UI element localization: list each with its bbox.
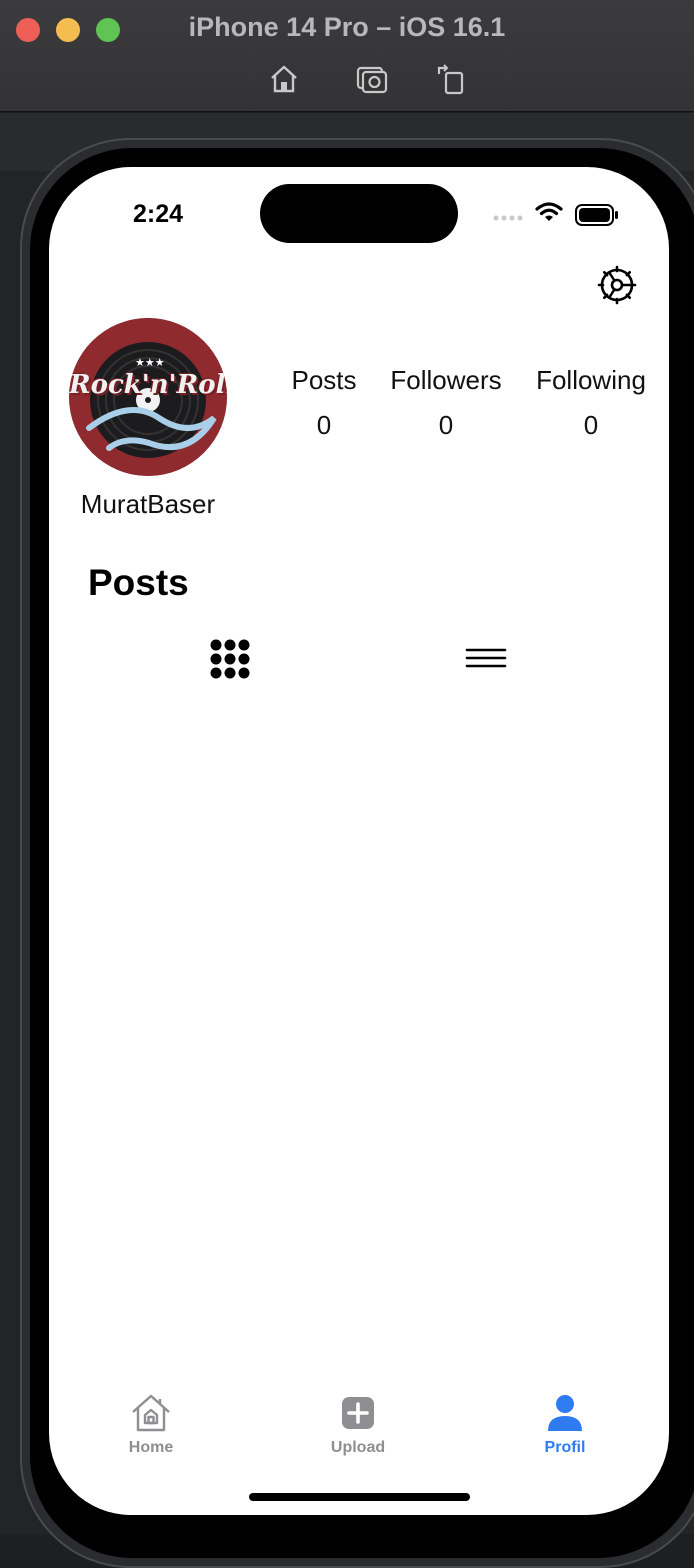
tab-label: Profil <box>544 1439 586 1456</box>
stat-posts[interactable]: Posts 0 <box>279 365 369 441</box>
battery-icon <box>575 204 618 226</box>
settings-gear-icon[interactable] <box>595 263 639 307</box>
simulator-titlebar: iPhone 14 Pro – iOS 16.1 <box>0 0 694 112</box>
tab-label: Home <box>128 1439 174 1456</box>
stat-value: 0 <box>583 410 599 440</box>
stat-label: Followers <box>390 365 502 395</box>
list-view-icon[interactable] <box>464 645 508 673</box>
cellular-signal-icon <box>493 215 523 221</box>
stat-followers[interactable]: Followers 0 <box>385 365 507 441</box>
svg-text:★★★: ★★★ <box>135 356 165 369</box>
home-indicator[interactable] <box>249 1493 470 1501</box>
rotate-icon[interactable] <box>435 62 469 96</box>
tab-home[interactable]: Home <box>91 1391 211 1457</box>
tab-upload[interactable]: Upload <box>298 1391 418 1457</box>
wifi-icon <box>535 202 563 221</box>
dynamic-island <box>260 184 458 243</box>
plus-square-icon <box>342 1397 374 1429</box>
avatar[interactable]: ★★★ Rock'n'Roll <box>69 318 227 476</box>
avatar-logo-text: Rock'n'Roll <box>69 370 227 400</box>
stat-value: 0 <box>316 410 332 440</box>
stat-label: Following <box>536 365 646 395</box>
tab-label: Upload <box>330 1439 386 1456</box>
person-icon <box>548 1395 582 1431</box>
tab-bar: Home Upload Profil <box>49 1377 669 1477</box>
home-icon[interactable] <box>267 62 301 96</box>
tab-profil[interactable]: Profil <box>505 1391 625 1457</box>
stat-following[interactable]: Following 0 <box>529 365 653 441</box>
username: MuratBaser <box>80 489 216 519</box>
posts-section-title: Posts <box>88 562 189 603</box>
camera-icon[interactable] <box>355 62 389 96</box>
grid-view-icon[interactable] <box>208 637 252 681</box>
stat-label: Posts <box>291 365 357 395</box>
house-icon <box>132 1394 170 1432</box>
window-title: iPhone 14 Pro – iOS 16.1 <box>188 12 506 42</box>
status-time: 2:24 <box>133 200 184 228</box>
stat-value: 0 <box>438 410 454 440</box>
phone-screen: 2:24 ★★★ Rock'n'Roll MuratBaser Posts 0 … <box>49 167 669 1515</box>
